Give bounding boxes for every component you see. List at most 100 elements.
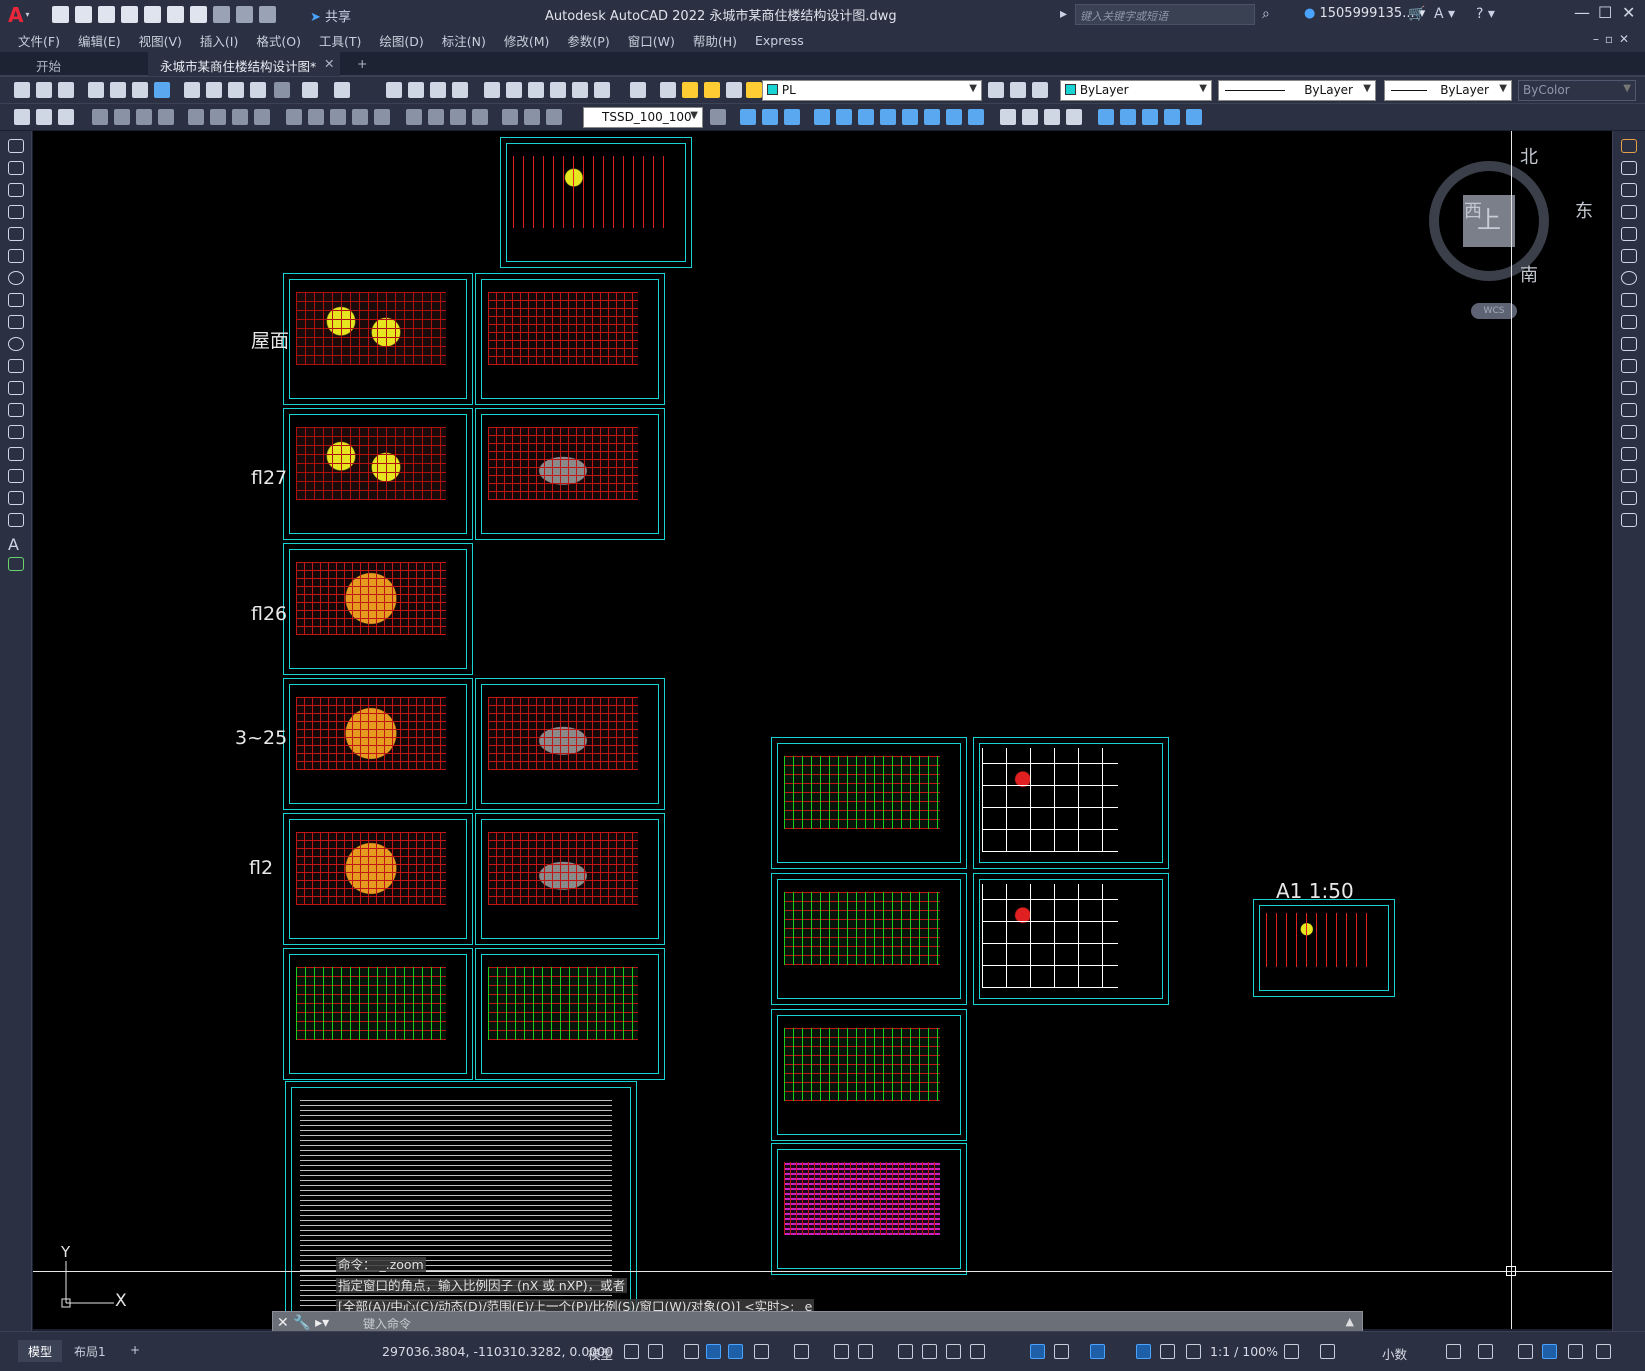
- coordinate-readout[interactable]: 297036.3804, -110310.3282, 0.0000: [382, 1344, 613, 1359]
- imprint-icon[interactable]: [1022, 109, 1038, 125]
- command-input[interactable]: 键入命令: [363, 1315, 411, 1332]
- tab-model[interactable]: 模型: [18, 1340, 63, 1362]
- circle-icon[interactable]: [8, 271, 24, 285]
- color-faces-icon[interactable]: [968, 109, 984, 125]
- delete-faces-icon[interactable]: [880, 109, 896, 125]
- graphics-performance-icon[interactable]: [1542, 1344, 1557, 1359]
- sheet-set-icon[interactable]: [550, 82, 566, 98]
- document-window-controls[interactable]: –▫✕: [1593, 32, 1635, 46]
- dim-break-icon[interactable]: [374, 109, 390, 125]
- fillet-icon[interactable]: [1621, 469, 1637, 483]
- drawing-sheet[interactable]: [771, 1009, 967, 1141]
- blend-curves-icon[interactable]: [1621, 491, 1637, 505]
- 3d-osnap-icon[interactable]: [970, 1344, 985, 1359]
- scale-icon[interactable]: [1621, 293, 1637, 307]
- undo-icon[interactable]: [213, 6, 230, 23]
- layer-freeze-icon[interactable]: [704, 82, 720, 98]
- menu-file[interactable]: 文件(F): [18, 31, 60, 50]
- drawing-sheet[interactable]: [771, 873, 967, 1005]
- dim-space-icon[interactable]: [352, 109, 368, 125]
- isolate-objects-icon[interactable]: [1518, 1344, 1533, 1359]
- drawing-sheet[interactable]: [771, 737, 967, 869]
- subtract-icon[interactable]: [762, 109, 778, 125]
- export-icon[interactable]: [167, 6, 184, 23]
- drawing-canvas[interactable]: 屋面 fl27 fl26 3~25 fl2 A1 1:50 上 北 南 东 西 …: [33, 131, 1612, 1329]
- menu-express[interactable]: Express: [755, 33, 804, 48]
- mirror-icon[interactable]: [1621, 183, 1637, 197]
- web-icon[interactable]: [154, 82, 170, 98]
- paste-icon[interactable]: [228, 82, 244, 98]
- tab-layout1[interactable]: 布局1: [64, 1340, 116, 1362]
- make-current-icon[interactable]: [988, 82, 1004, 98]
- drawing-sheet[interactable]: [283, 813, 473, 945]
- radius-dim-icon[interactable]: [188, 109, 204, 125]
- aligned-dim-icon[interactable]: [114, 109, 130, 125]
- layer-match-icon[interactable]: [1032, 82, 1048, 98]
- block-editor-icon[interactable]: [274, 82, 290, 98]
- insert-block-icon[interactable]: [8, 381, 24, 395]
- shell-icon[interactable]: [1000, 109, 1016, 125]
- layer-viewport-icon[interactable]: [726, 82, 742, 98]
- drawing-sheet[interactable]: [475, 948, 665, 1080]
- add-tab-button[interactable]: +: [345, 52, 379, 76]
- zoom-previous-icon[interactable]: [452, 82, 468, 98]
- break-icon[interactable]: [1621, 403, 1637, 417]
- tool-palettes-icon[interactable]: [528, 82, 544, 98]
- copy-faces-icon[interactable]: [946, 109, 962, 125]
- new-icon[interactable]: [14, 82, 30, 98]
- line-icon[interactable]: [8, 139, 24, 153]
- app-logo-icon[interactable]: A ▾: [8, 3, 34, 27]
- gizmo-icon[interactable]: [1090, 1344, 1105, 1359]
- rotate-faces-icon[interactable]: [902, 109, 918, 125]
- spline-icon[interactable]: [8, 315, 24, 329]
- menu-parametric[interactable]: 参数(P): [567, 31, 609, 50]
- expand-icon[interactable]: ▸: [1060, 6, 1067, 22]
- diameter-dim-icon[interactable]: [232, 109, 248, 125]
- properties-icon[interactable]: [484, 82, 500, 98]
- menu-draw[interactable]: 绘图(D): [379, 31, 423, 50]
- menu-dimension[interactable]: 标注(N): [442, 31, 486, 50]
- isometric-icon[interactable]: [794, 1344, 809, 1359]
- transparency-icon[interactable]: [922, 1344, 937, 1359]
- match-properties-icon[interactable]: [250, 82, 266, 98]
- tolerance-icon[interactable]: [406, 109, 422, 125]
- add-selected-icon[interactable]: [8, 557, 24, 571]
- make-block-icon[interactable]: [8, 403, 24, 417]
- open-icon[interactable]: [36, 82, 52, 98]
- stretch-icon[interactable]: [1621, 315, 1637, 329]
- drawing-sheet[interactable]: [283, 948, 473, 1080]
- slice-icon[interactable]: [1164, 109, 1180, 125]
- search-input[interactable]: 键入关键字或短语: [1075, 4, 1255, 25]
- linear-dim-icon[interactable]: [92, 109, 108, 125]
- polygon-icon[interactable]: [8, 205, 24, 219]
- drawing-sheet[interactable]: [973, 873, 1169, 1005]
- move-faces-icon[interactable]: [836, 109, 852, 125]
- drawing-sheet[interactable]: [475, 813, 665, 945]
- clean-screen-icon[interactable]: [1568, 1344, 1583, 1359]
- workspace-gear-icon[interactable]: [1284, 1344, 1299, 1359]
- object-snap-tracking-icon[interactable]: [834, 1344, 849, 1359]
- menu-format[interactable]: 格式(O): [256, 31, 301, 50]
- break-at-point-icon[interactable]: [1621, 381, 1637, 395]
- share-button[interactable]: ➤ 共享: [310, 6, 351, 25]
- ordinate-dim-icon[interactable]: [158, 109, 174, 125]
- quick-access-menu-icon[interactable]: [259, 6, 276, 23]
- drawing-sheet[interactable]: [973, 737, 1169, 869]
- help-icon[interactable]: ? ▾: [1476, 6, 1495, 22]
- menu-insert[interactable]: 插入(I): [200, 31, 238, 50]
- publish-icon[interactable]: [132, 82, 148, 98]
- customize-icon[interactable]: [1596, 1344, 1611, 1359]
- units-select[interactable]: 小数: [1382, 1344, 1407, 1363]
- import-icon[interactable]: [144, 6, 161, 23]
- new-icon[interactable]: [52, 6, 69, 23]
- help-icon[interactable]: [630, 82, 646, 98]
- gradient-icon[interactable]: [8, 469, 24, 483]
- polar-icon[interactable]: [754, 1344, 769, 1359]
- drawing-sheet[interactable]: [283, 543, 473, 675]
- menu-modify[interactable]: 修改(M): [504, 31, 550, 50]
- extrude-faces-icon[interactable]: [814, 109, 830, 125]
- viewcube-south[interactable]: 南: [1520, 261, 1538, 287]
- polyline-icon[interactable]: [8, 183, 24, 197]
- lock-ui-icon[interactable]: [1478, 1344, 1493, 1359]
- menu-tools[interactable]: 工具(T): [319, 31, 361, 50]
